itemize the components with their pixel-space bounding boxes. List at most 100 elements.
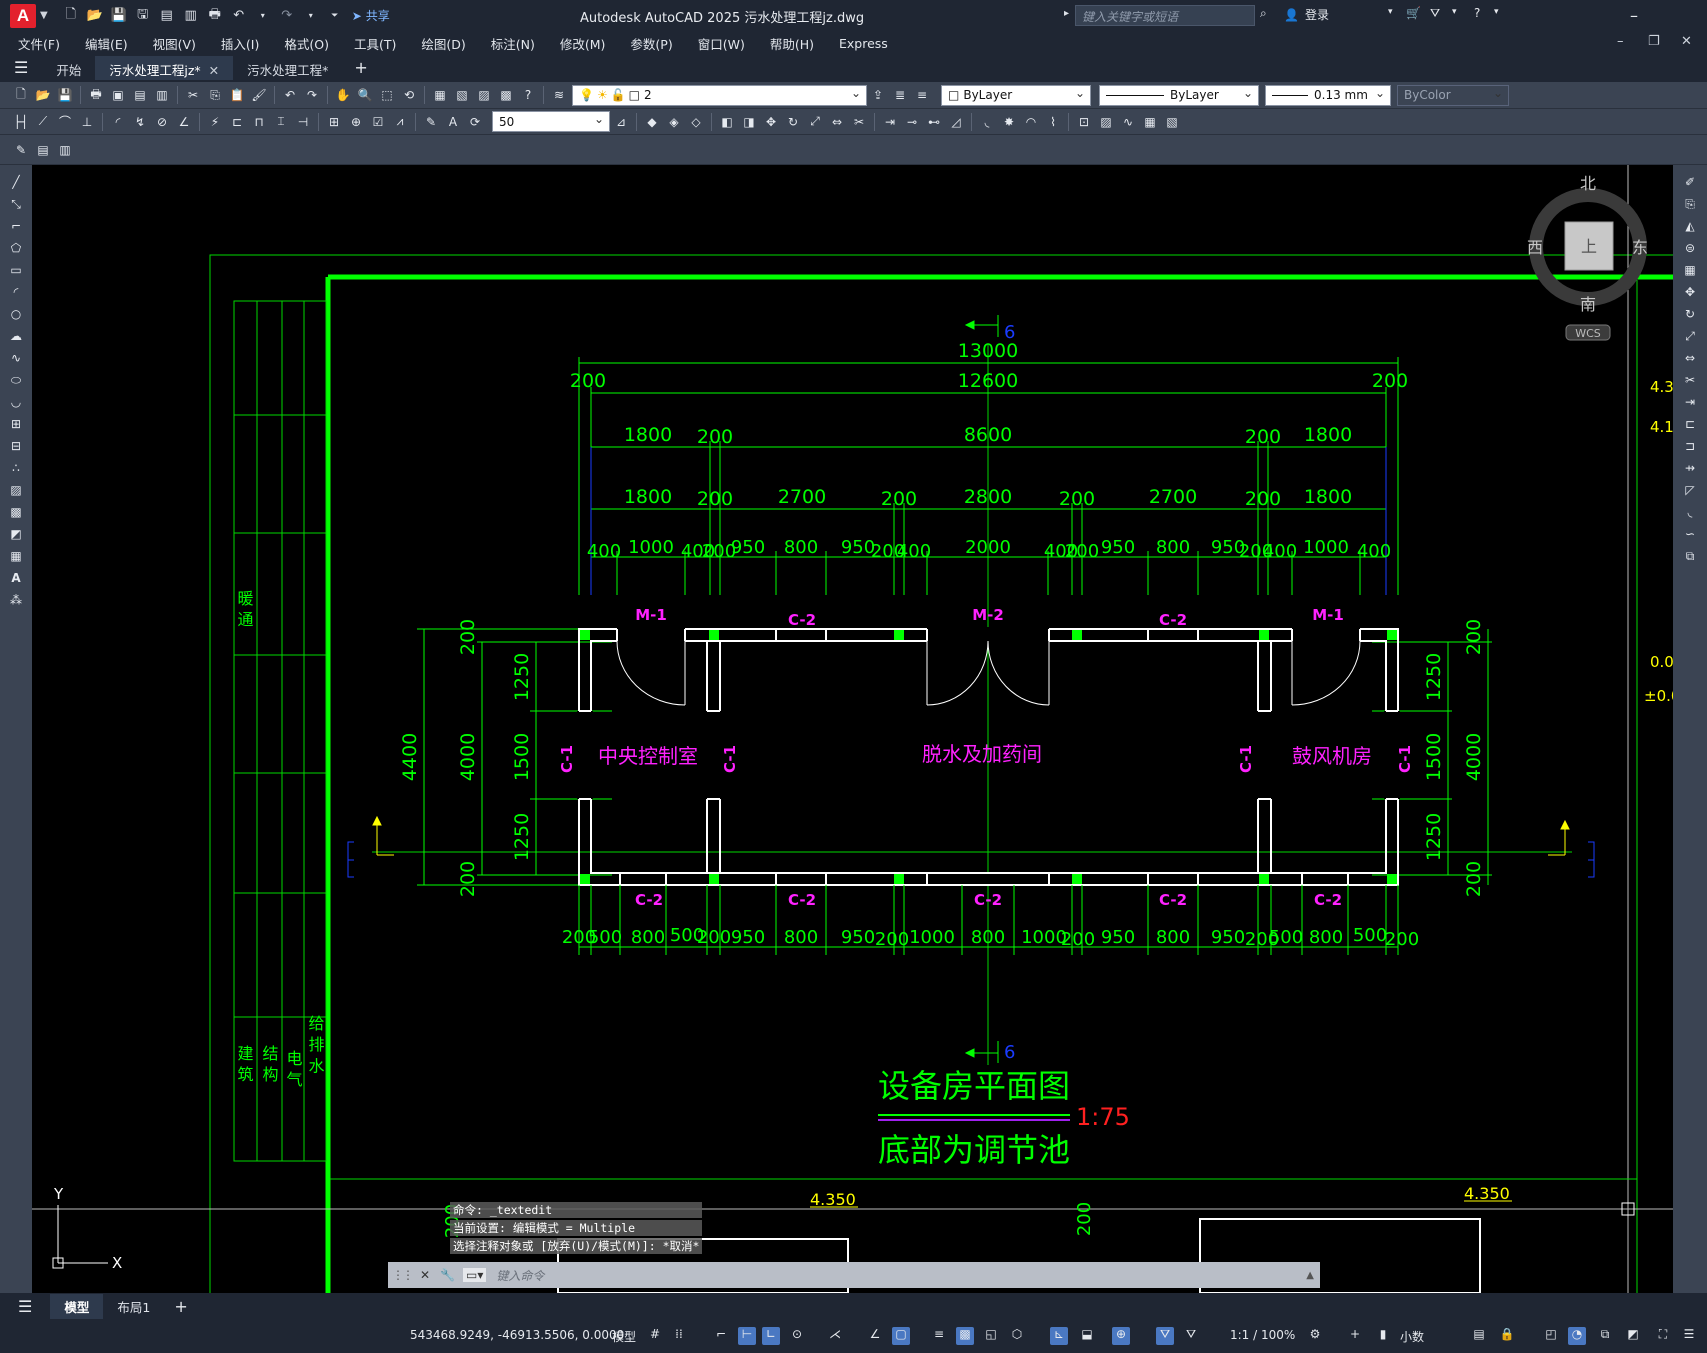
- dim-tolerance-icon[interactable]: ⊞: [325, 113, 343, 131]
- transparency-icon[interactable]: ▩: [956, 1327, 974, 1345]
- web-save-icon[interactable]: ▥: [182, 7, 200, 25]
- dimscale-dropdown[interactable]: 50: [492, 111, 610, 132]
- selection-filter-icon[interactable]: ⬓: [1078, 1327, 1096, 1345]
- dim-update-icon[interactable]: ⟳: [466, 113, 484, 131]
- dim-continue-icon[interactable]: ⊓: [250, 113, 268, 131]
- tb-3dprint-icon[interactable]: ▥: [153, 86, 171, 104]
- login-button[interactable]: 👤 登录: [1284, 6, 1329, 23]
- mod-rotate-right-icon[interactable]: ↻: [1681, 307, 1699, 323]
- tb-zoom-previous-icon[interactable]: ⟲: [400, 86, 418, 104]
- menu-dimension[interactable]: 标注(N): [491, 34, 535, 53]
- dim-edit-icon[interactable]: ✎: [422, 113, 440, 131]
- menu-file[interactable]: 文件(F): [18, 34, 60, 53]
- 3d-osnap-icon[interactable]: ⬡: [1008, 1327, 1026, 1345]
- dim-baseline-icon[interactable]: ⊏: [228, 113, 246, 131]
- coordinates-readout[interactable]: 543468.9249, -46913.5506, 0.0000: [410, 1328, 624, 1342]
- tb-publish-icon[interactable]: ▤: [131, 86, 149, 104]
- ortho-icon[interactable]: ∟: [762, 1327, 780, 1345]
- tb-calculator-icon[interactable]: ▩: [497, 86, 515, 104]
- units-dropdown[interactable]: 小数: [1400, 1328, 1424, 1345]
- draw-mtext-icon[interactable]: A: [7, 571, 25, 587]
- login-dropdown-icon[interactable]: ▾: [1388, 7, 1393, 17]
- save-icon[interactable]: 💾: [110, 7, 128, 25]
- tb-layer-state-icon[interactable]: ≡: [913, 86, 931, 104]
- command-close-icon[interactable]: ✕: [420, 1268, 430, 1282]
- clean-screen-icon[interactable]: ⛶: [1654, 1327, 1672, 1345]
- mod-array-right-icon[interactable]: ▦: [1681, 263, 1699, 279]
- tb-plot-icon[interactable]: 🖶: [87, 86, 105, 104]
- snap-icon[interactable]: ⁞⁞: [670, 1327, 688, 1345]
- menu-edit[interactable]: 编辑(E): [85, 34, 128, 53]
- drawing-canvas[interactable]: 暖 通 建 筑 结 构 电 气 给 排 水 6 6 13000 200 1260…: [32, 165, 1673, 1293]
- tb-zoom-realtime-icon[interactable]: 🔍: [356, 86, 374, 104]
- dim-quick-icon[interactable]: ⚡: [206, 113, 224, 131]
- layer-dropdown[interactable]: 💡 ☀ 🔓 □ 2: [572, 84, 867, 106]
- mod-break-icon[interactable]: ⊸: [903, 113, 921, 131]
- search-input[interactable]: 键入关键字或短语: [1075, 5, 1255, 26]
- mod-offset-right-icon[interactable]: ⊜: [1681, 241, 1699, 257]
- dim-jogline-icon[interactable]: ⩘: [391, 113, 409, 131]
- viewcube-south[interactable]: 南: [1580, 295, 1596, 314]
- tb-save-icon[interactable]: 💾: [56, 86, 74, 104]
- command-grip-icon[interactable]: ⋮⋮: [392, 1268, 414, 1282]
- draw-circle-icon[interactable]: ○: [7, 307, 25, 323]
- menu-help[interactable]: 帮助(H): [770, 34, 814, 53]
- mod-break-point-right-icon[interactable]: ⊏: [1681, 417, 1699, 433]
- dim-diameter-icon[interactable]: ⊘: [153, 113, 171, 131]
- undo-icon[interactable]: ↶: [230, 7, 248, 25]
- share-button[interactable]: ➤ 共享: [352, 7, 390, 24]
- tb-copy-icon[interactable]: ⎘: [206, 86, 224, 104]
- tab-layout1[interactable]: 布局1: [103, 1294, 164, 1319]
- tb-pan-icon[interactable]: ✋: [334, 86, 352, 104]
- tb-table-icon[interactable]: ▤: [34, 141, 52, 159]
- lock-ui-icon[interactable]: 🔒: [1498, 1327, 1516, 1345]
- dim-break-icon[interactable]: ⊣: [294, 113, 312, 131]
- mod-blend-icon[interactable]: ◠: [1022, 113, 1040, 131]
- mod-refedit-icon[interactable]: ▧: [1163, 113, 1181, 131]
- mod-move-icon[interactable]: ✥: [762, 113, 780, 131]
- mod-scale-right-icon[interactable]: ⤢: [1681, 329, 1699, 345]
- redo-icon[interactable]: ↷: [278, 7, 296, 25]
- autocad-logo[interactable]: A: [10, 3, 36, 28]
- help-dropdown-icon[interactable]: ▾: [1494, 7, 1499, 17]
- isolate-objects-icon[interactable]: ◰: [1542, 1327, 1560, 1345]
- menu-insert[interactable]: 插入(I): [221, 34, 259, 53]
- draw-point-icon[interactable]: ∴: [7, 461, 25, 477]
- dim-space-icon[interactable]: ⌶: [272, 113, 290, 131]
- model-space-toggle[interactable]: 模型: [612, 1328, 636, 1345]
- tb-help-icon[interactable]: ?: [519, 86, 537, 104]
- mod-join-icon[interactable]: ⊷: [925, 113, 943, 131]
- mod-explode-right-icon[interactable]: ⧉: [1681, 549, 1699, 565]
- plotstyle-dropdown[interactable]: ByColor: [1397, 84, 1509, 106]
- menu-modify[interactable]: 修改(M): [560, 34, 606, 53]
- doc-minimize-icon[interactable]: –: [1617, 34, 1624, 49]
- mod-join-right-icon[interactable]: ⇸: [1681, 461, 1699, 477]
- lineweight-icon[interactable]: ≡: [930, 1327, 948, 1345]
- tb-layer-previous-icon[interactable]: ≣: [891, 86, 909, 104]
- menu-express[interactable]: Express: [839, 36, 888, 51]
- osnap-icon[interactable]: ▢: [892, 1327, 910, 1345]
- redo-dropdown-icon[interactable]: ▾: [302, 7, 320, 25]
- mod-mirror-right-icon[interactable]: ◭: [1681, 219, 1699, 235]
- close-tab-icon[interactable]: ✕: [209, 63, 219, 78]
- draw-insert-block-icon[interactable]: ⊞: [7, 417, 25, 433]
- web-open-icon[interactable]: ▤: [158, 7, 176, 25]
- mod-erase-right-icon[interactable]: ✐: [1681, 175, 1699, 191]
- mod-chamfer-icon[interactable]: ◿: [947, 113, 965, 131]
- customize-status-icon[interactable]: ☰: [1680, 1327, 1698, 1345]
- draw-region-icon[interactable]: ◩: [7, 527, 25, 543]
- command-input[interactable]: 键入命令: [496, 1267, 1306, 1284]
- tb-preview-icon[interactable]: ▣: [109, 86, 127, 104]
- dim-inspect-icon[interactable]: ☑: [369, 113, 387, 131]
- draw-addselected-icon[interactable]: ⁂: [7, 593, 25, 609]
- mod-blend-right-icon[interactable]: ∽: [1681, 527, 1699, 543]
- draw-spline-icon[interactable]: ∿: [7, 351, 25, 367]
- tb-cut-icon[interactable]: ✂: [184, 86, 202, 104]
- mod-copy-right-icon[interactable]: ⎘: [1681, 197, 1699, 213]
- mod-offset-icon[interactable]: ◧: [718, 113, 736, 131]
- viewcube-east[interactable]: 东: [1632, 238, 1648, 257]
- dim-arc-icon[interactable]: ⌒: [56, 113, 74, 131]
- draw-rectangle-icon[interactable]: ▭: [7, 263, 25, 279]
- otrack-icon[interactable]: ∠: [866, 1327, 884, 1345]
- tb-properties-icon[interactable]: ▦: [431, 86, 449, 104]
